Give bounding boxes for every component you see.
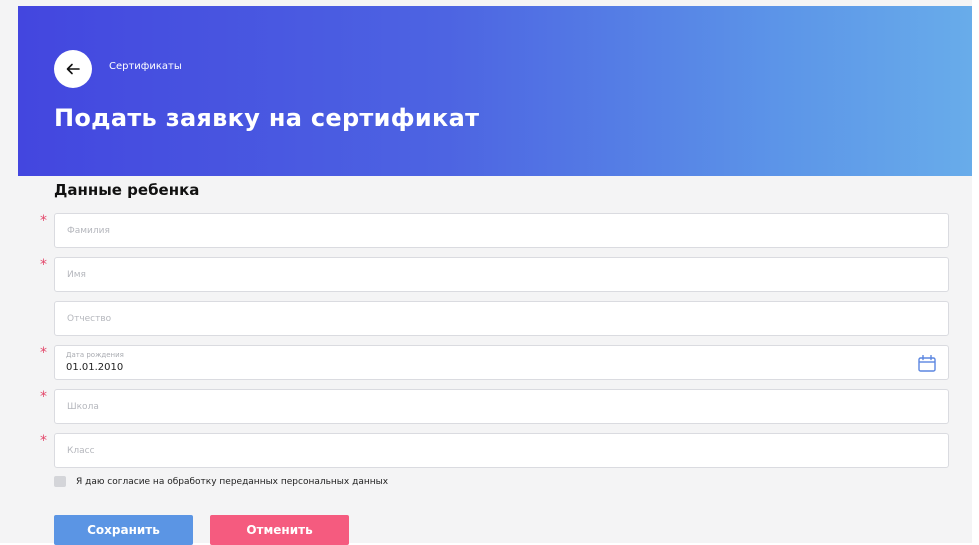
arrow-left-icon [66,60,80,79]
consent-checkbox[interactable] [54,476,66,487]
page-header: Сертификаты Подать заявку на сертификат [18,6,972,176]
back-button[interactable] [54,50,92,88]
birthdate-field[interactable]: Дата рождения 01.01.2010 [54,345,949,380]
calendar-icon[interactable] [918,354,936,376]
required-mark: * [40,213,47,229]
required-mark: * [40,257,47,273]
page-title: Подать заявку на сертификат [54,104,480,132]
cancel-button[interactable]: Отменить [210,515,349,545]
grade-field [54,433,949,468]
birthdate-value[interactable]: 01.01.2010 [66,362,123,373]
firstname-input[interactable] [55,258,948,291]
birthdate-label: Дата рождения [66,351,124,359]
required-mark: * [40,433,47,449]
required-mark: * [40,345,47,361]
patronymic-field [54,301,949,336]
consent-label[interactable]: Я даю согласие на обработку переданных п… [76,477,388,487]
lastname-input[interactable] [55,214,948,247]
save-button[interactable]: Сохранить [54,515,193,545]
required-mark: * [40,389,47,405]
patronymic-input[interactable] [55,302,948,335]
app-frame: Сертификаты Подать заявку на сертификат … [0,0,972,545]
school-input[interactable] [55,390,948,423]
school-field [54,389,949,424]
grade-input[interactable] [55,434,948,467]
section-title: Данные ребенка [54,181,200,199]
firstname-field [54,257,949,292]
lastname-field [54,213,949,248]
breadcrumb[interactable]: Сертификаты [109,61,182,72]
